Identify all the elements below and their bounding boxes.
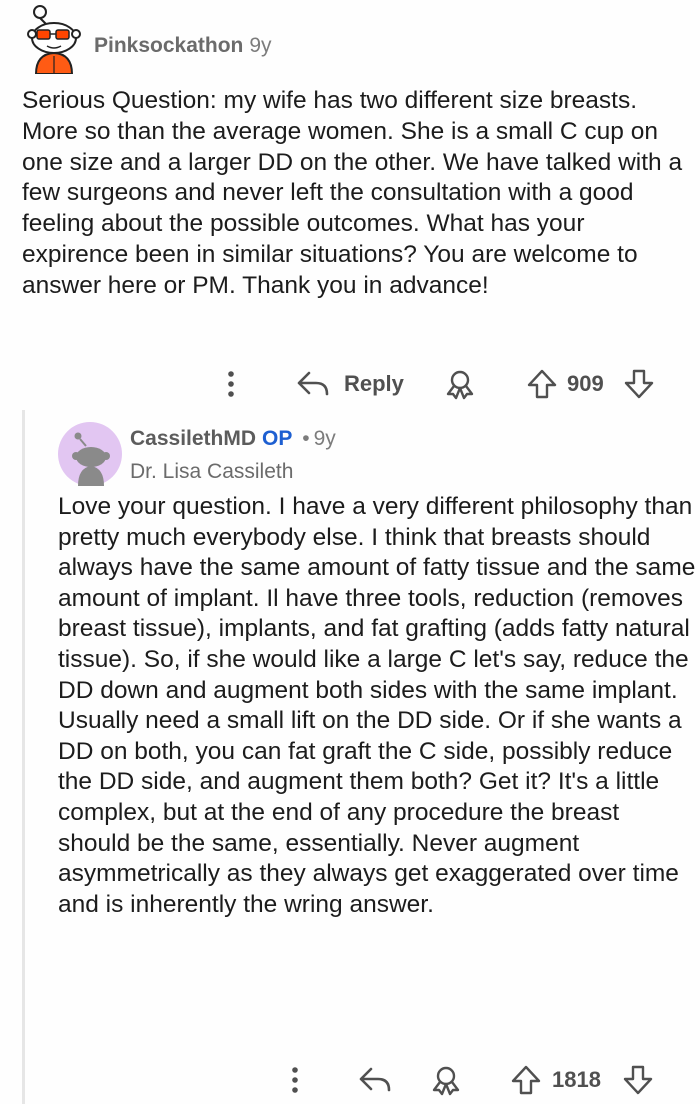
downvote-button[interactable] [622, 1062, 654, 1098]
comment-age: 9y [249, 34, 272, 57]
award-icon [432, 1066, 460, 1096]
comment-body: Serious Question: my wife has two differ… [22, 86, 687, 302]
upvote-icon [527, 369, 557, 399]
downvote-button[interactable] [623, 366, 655, 402]
more-options-button[interactable] [288, 1062, 302, 1098]
comment-author-line: Pinksockathon 9y [94, 34, 272, 58]
reply-label: Reply [344, 371, 404, 396]
comment-author[interactable]: Pinksockathon [94, 34, 243, 57]
op-badge: OP [262, 427, 293, 450]
snoo-avatar-icon[interactable] [58, 422, 122, 486]
user-flair: Dr. Lisa Cassileth [130, 460, 294, 483]
award-button[interactable] [444, 366, 476, 402]
reply-author-line: CassilethMD OP • 9y [130, 427, 336, 451]
reply-text: Love your question. I have a very differ… [58, 493, 696, 918]
more-options-icon [228, 371, 234, 397]
separator-dot: • [302, 427, 310, 450]
more-options-icon [292, 1067, 298, 1093]
vote-count-text: 909 [567, 371, 604, 396]
more-options-button[interactable] [224, 366, 238, 402]
upvote-button[interactable] [510, 1062, 542, 1098]
vote-count: 909 [567, 366, 604, 402]
comment-text: Serious Question: my wife has two differ… [22, 87, 683, 299]
reply-button[interactable] [358, 1062, 392, 1098]
thread-line[interactable] [22, 410, 25, 1104]
award-icon [446, 370, 474, 400]
downvote-icon [624, 369, 654, 399]
snoo-avatar-icon[interactable] [22, 4, 86, 74]
reply-button[interactable]: Reply [296, 366, 404, 402]
downvote-icon [623, 1065, 653, 1095]
upvote-icon [511, 1065, 541, 1095]
reply-age: 9y [313, 427, 336, 450]
vote-count-text: 1818 [552, 1067, 601, 1092]
award-button[interactable] [430, 1062, 462, 1098]
upvote-button[interactable] [526, 366, 558, 402]
reply-arrow-icon [359, 1067, 391, 1092]
reply-body: Love your question. I have a very differ… [58, 492, 698, 920]
reply-author[interactable]: CassilethMD [130, 427, 256, 450]
vote-count: 1818 [552, 1062, 601, 1098]
reply-arrow-icon [297, 371, 329, 396]
